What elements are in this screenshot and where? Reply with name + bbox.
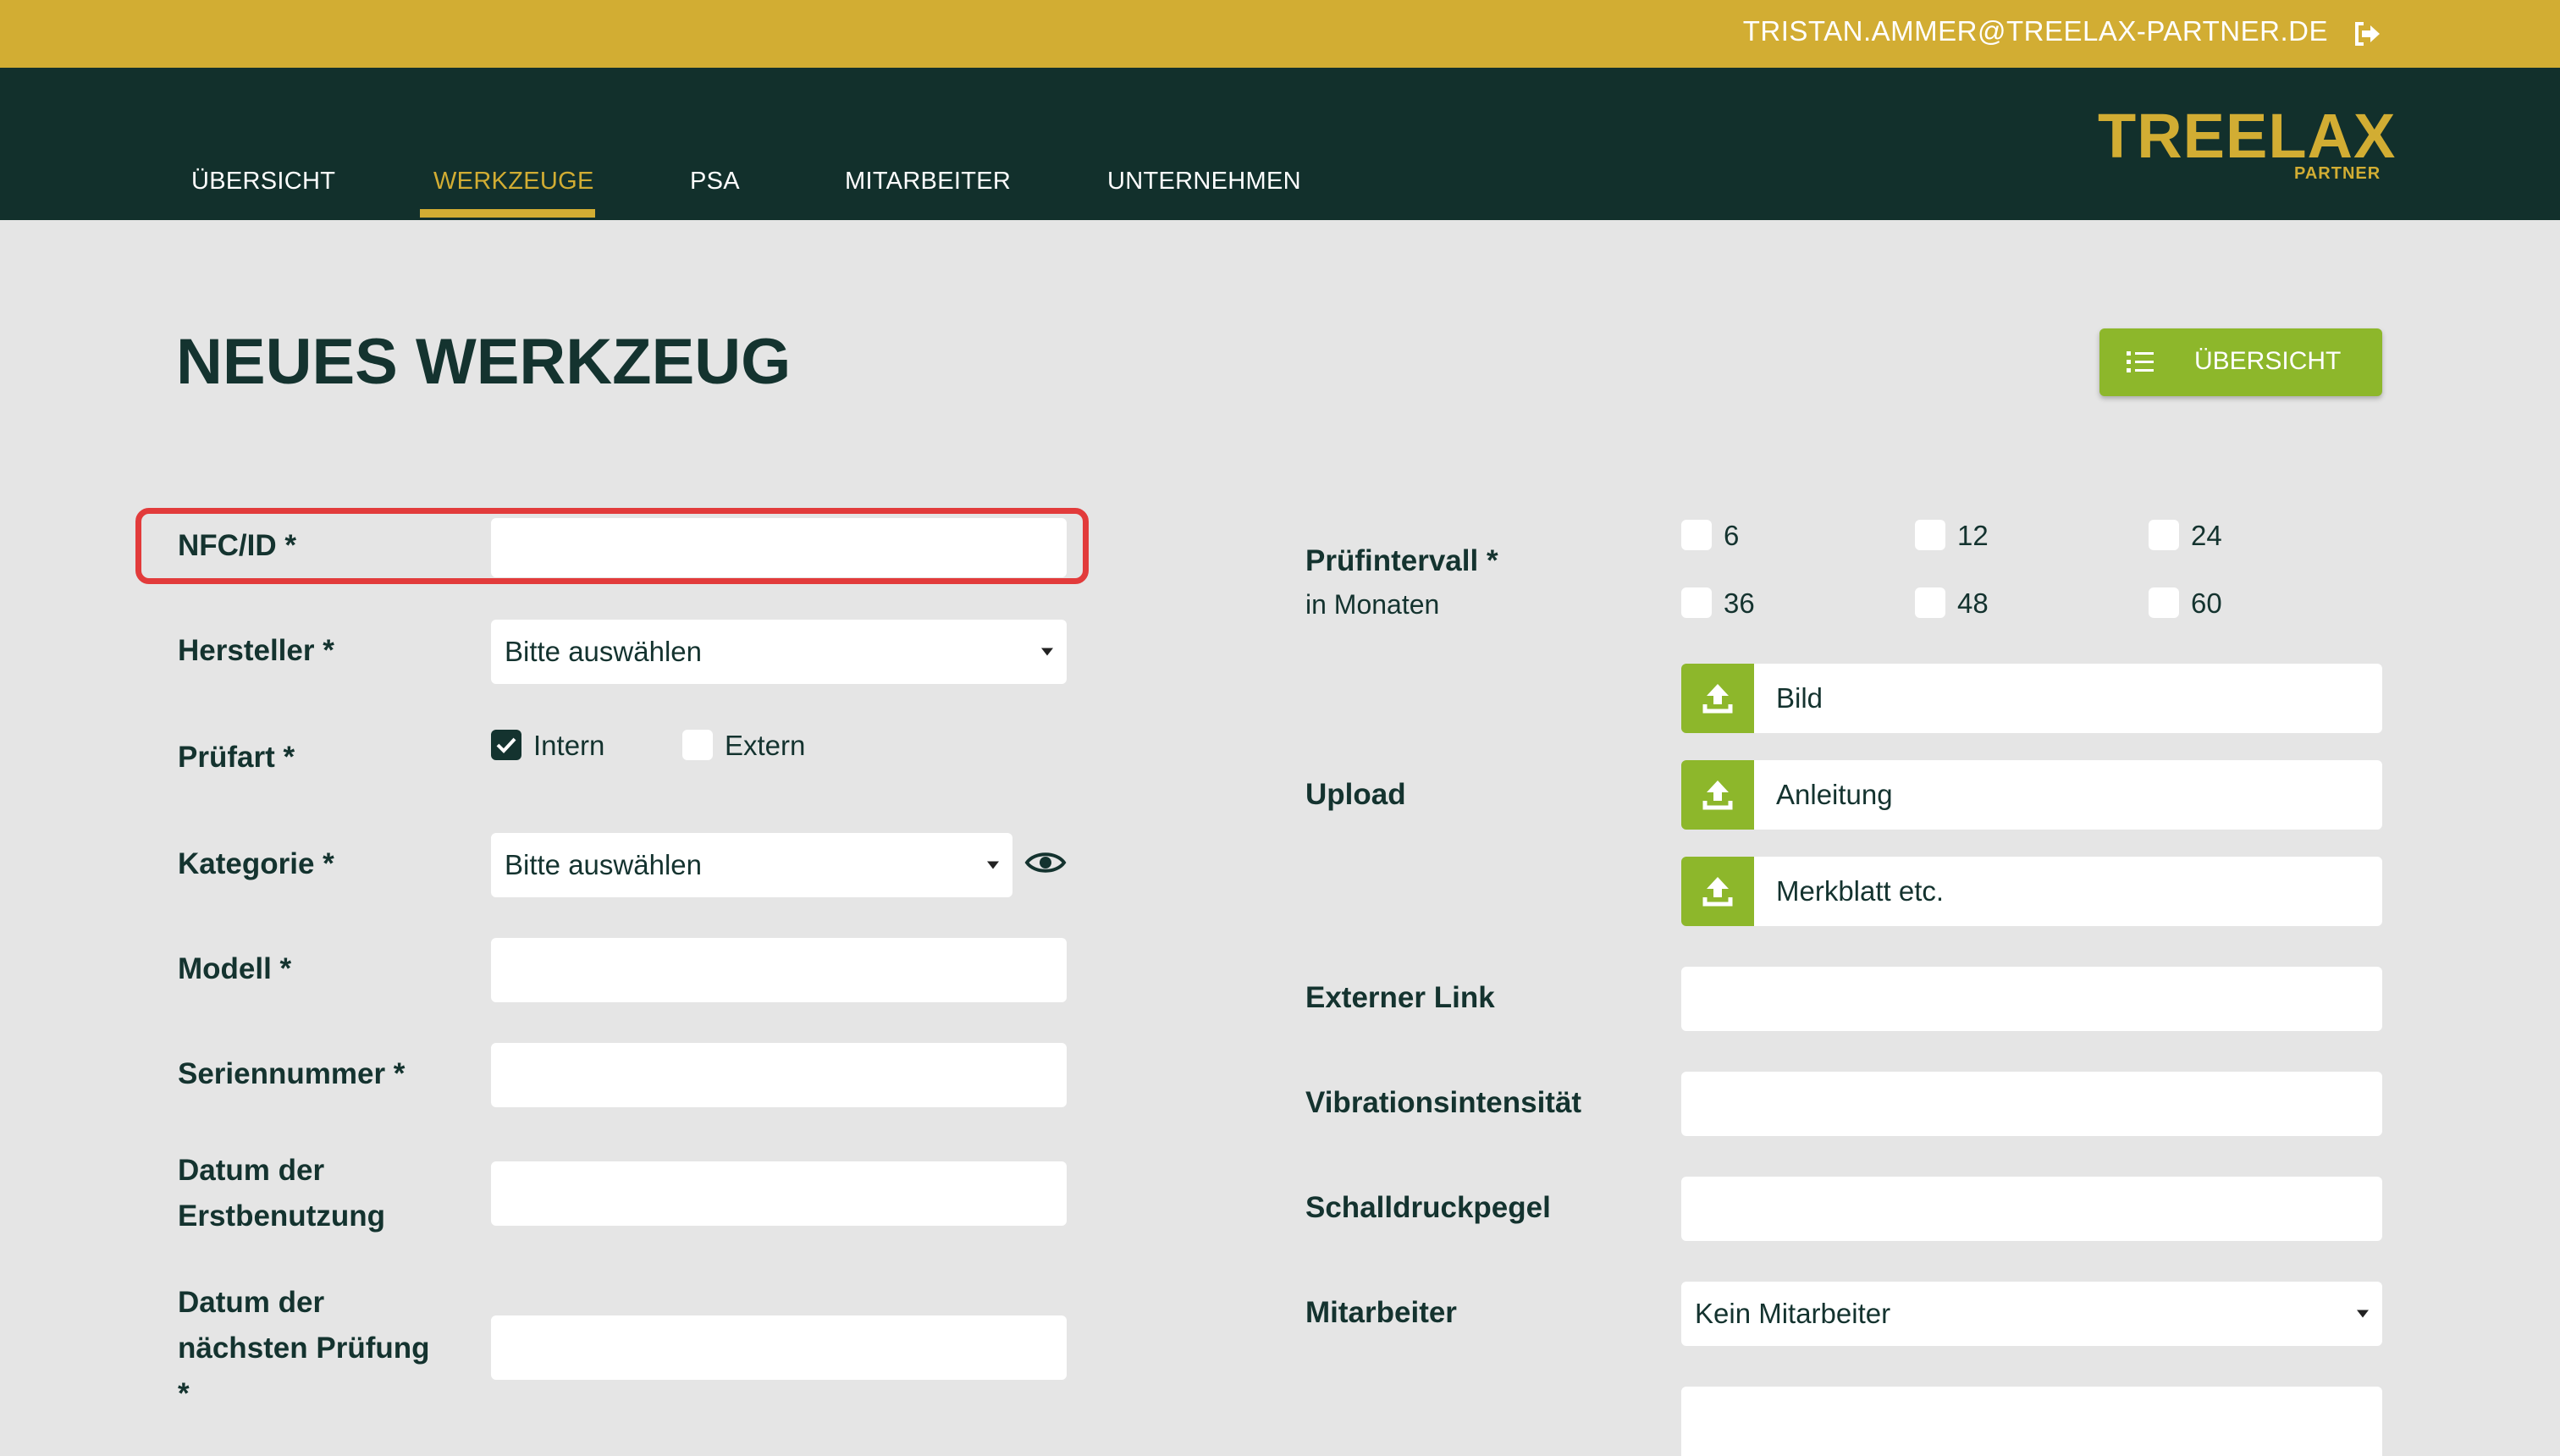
logout-icon[interactable] [2352, 19, 2382, 49]
pruefart-intern-checkbox[interactable] [491, 730, 521, 760]
overview-button[interactable]: ÜBERSICHT [2099, 328, 2382, 396]
upload-bild-text: Bild [1776, 682, 1823, 714]
nfc-label: NFC/ID * [178, 529, 296, 562]
hersteller-select-value: Bitte auswählen [505, 636, 702, 667]
nav-tab-mitarbeiter[interactable]: MITARBEITER [845, 168, 1011, 196]
pruefintervall-sublabel: in Monaten [1305, 589, 1440, 620]
seriennummer-input[interactable] [491, 1043, 1067, 1107]
mitarbeiter-label: Mitarbeiter [1305, 1296, 1457, 1329]
kategorie-label: Kategorie * [178, 847, 334, 880]
modell-input[interactable] [491, 938, 1067, 1002]
upload-anleitung-field[interactable]: Anleitung [1754, 760, 2382, 830]
chevron-down-icon [987, 861, 999, 869]
interval-36-checkbox[interactable] [1681, 587, 1712, 618]
erstbenutzung-label-line-2: Erstbenutzung [178, 1200, 385, 1233]
naechste-pruefung-label-line-1: Datum der [178, 1286, 325, 1319]
upload-icon [1702, 780, 1733, 810]
user-email[interactable]: TRISTAN.AMMER@TREELAX-PARTNER.DE [1743, 15, 2328, 47]
interval-6-checkbox[interactable] [1681, 520, 1712, 550]
erstbenutzung-label: Datum der Erstbenutzung [178, 1148, 385, 1239]
upload-bild-field[interactable]: Bild [1754, 664, 2382, 733]
schalldruck-label: Schalldruckpegel [1305, 1191, 1551, 1224]
hersteller-select[interactable]: Bitte auswählen [491, 620, 1067, 684]
nav-tab-uebersicht[interactable]: ÜBERSICHT [191, 168, 335, 196]
pruefart-intern-label[interactable]: Intern [533, 730, 604, 762]
interval-12-label[interactable]: 12 [1957, 520, 1989, 552]
pruefintervall-label: Prüfintervall * [1305, 544, 1498, 577]
chevron-down-icon [1041, 648, 1053, 656]
chevron-down-icon [2357, 1310, 2369, 1318]
schalldruck-input[interactable] [1681, 1177, 2382, 1241]
modell-label: Modell * [178, 952, 292, 985]
interval-12-checkbox[interactable] [1915, 520, 1945, 550]
erstbenutzung-date-input[interactable] [491, 1161, 1067, 1226]
upload-label: Upload [1305, 778, 1406, 811]
upload-icon [1702, 684, 1733, 714]
upload-anleitung-text: Anleitung [1776, 779, 1893, 810]
upload-icon [1702, 877, 1733, 907]
interval-48-label[interactable]: 48 [1957, 587, 1989, 620]
nav-tab-werkzeuge[interactable]: WERKZEUGE [433, 168, 594, 196]
interval-6-label[interactable]: 6 [1724, 520, 1739, 552]
overview-button-label: ÜBERSICHT [2194, 347, 2342, 375]
naechste-pruefung-label: Datum der nächsten Prüfung * [178, 1280, 430, 1417]
upload-merkblatt-button[interactable] [1681, 857, 1754, 926]
kategorie-select-value: Bitte auswählen [505, 849, 702, 880]
externer-link-label: Externer Link [1305, 981, 1495, 1014]
logo-subtitle: PARTNER [2294, 164, 2381, 183]
interval-48-checkbox[interactable] [1915, 587, 1945, 618]
upload-anleitung-button[interactable] [1681, 760, 1754, 830]
pruefart-extern-checkbox[interactable] [682, 730, 713, 760]
mitarbeiter-select[interactable]: Kein Mitarbeiter [1681, 1282, 2382, 1346]
upload-merkblatt-text: Merkblatt etc. [1776, 875, 1945, 907]
kategorie-select[interactable]: Bitte auswählen [491, 833, 1012, 897]
externer-link-input[interactable] [1681, 967, 2382, 1031]
textarea-field[interactable] [1681, 1387, 2382, 1456]
mitarbeiter-select-value: Kein Mitarbeiter [1695, 1298, 1891, 1329]
vibration-input[interactable] [1681, 1072, 2382, 1136]
interval-36-label[interactable]: 36 [1724, 587, 1755, 620]
interval-24-checkbox[interactable] [2149, 520, 2179, 550]
vibration-label: Vibrationsintensität [1305, 1086, 1582, 1119]
nav-tab-unternehmen[interactable]: UNTERNEHMEN [1107, 168, 1301, 196]
pruefart-label: Prüfart * [178, 741, 295, 774]
naechste-pruefung-label-line-3: * [178, 1377, 190, 1410]
interval-24-label[interactable]: 24 [2191, 520, 2222, 552]
erstbenutzung-label-line-1: Datum der [178, 1154, 325, 1187]
nav-tab-psa[interactable]: PSA [690, 168, 740, 196]
pruefart-extern-label[interactable]: Extern [725, 730, 805, 762]
list-icon [2125, 347, 2155, 378]
page-title: NEUES WERKZEUG [176, 326, 792, 398]
seriennummer-label: Seriennummer * [178, 1057, 406, 1090]
interval-60-label[interactable]: 60 [2191, 587, 2222, 620]
eye-icon[interactable] [1024, 845, 1067, 880]
logo[interactable]: TREELAX [2098, 105, 2396, 168]
upload-bild-button[interactable] [1681, 664, 1754, 733]
naechste-pruefung-label-line-2: nächsten Prüfung [178, 1332, 430, 1365]
upload-merkblatt-field[interactable]: Merkblatt etc. [1754, 857, 2382, 926]
naechste-pruefung-date-input[interactable] [491, 1315, 1067, 1380]
interval-60-checkbox[interactable] [2149, 587, 2179, 618]
hersteller-label: Hersteller * [178, 634, 334, 667]
active-tab-indicator [420, 209, 595, 218]
nfc-input[interactable] [491, 518, 1067, 577]
